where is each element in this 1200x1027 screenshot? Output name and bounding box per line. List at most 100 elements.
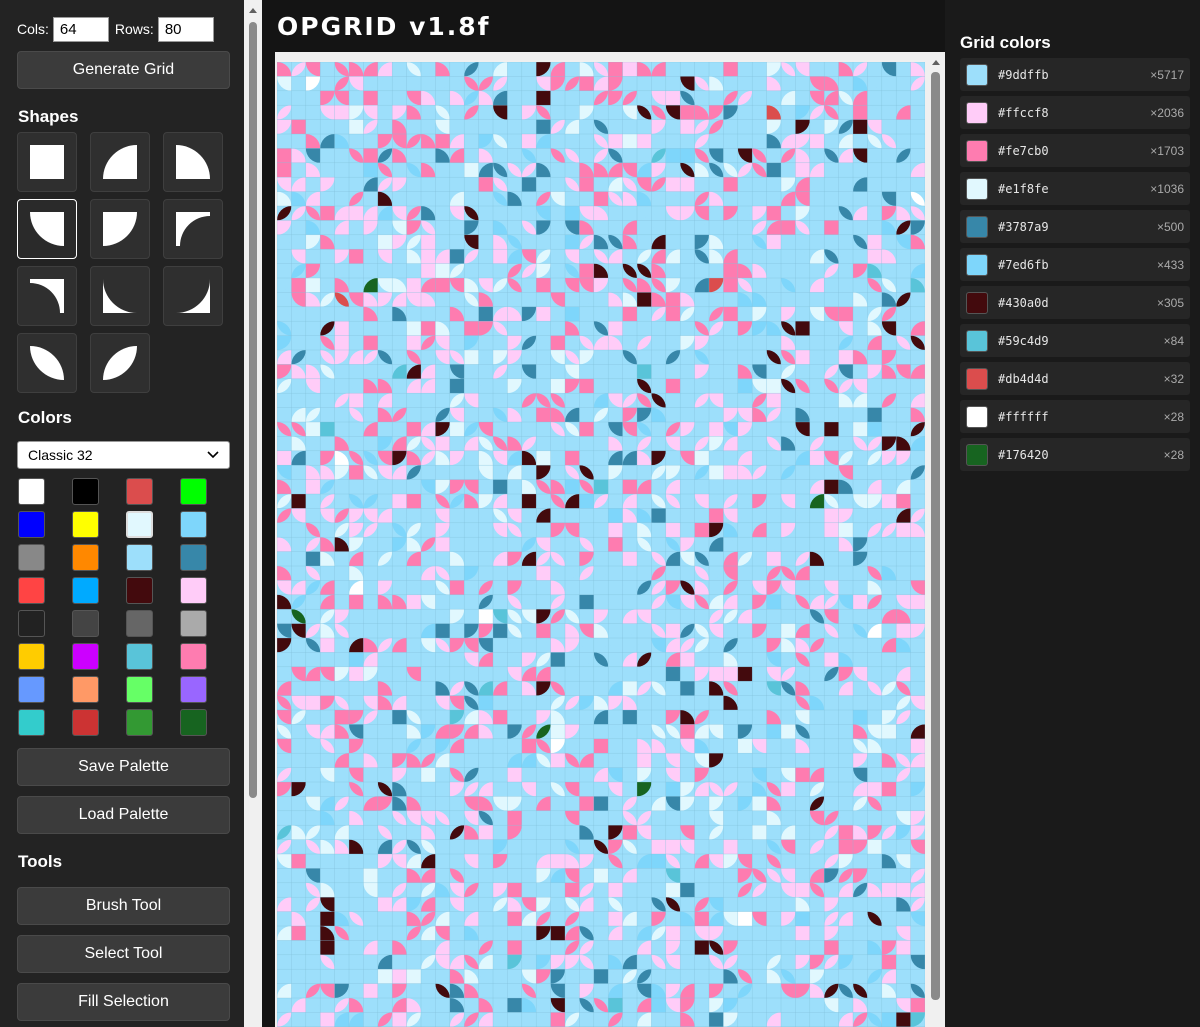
grid-tile[interactable] [709, 62, 724, 77]
grid-tile[interactable] [896, 940, 911, 955]
canvas-scroll-thumb[interactable] [931, 72, 940, 1000]
grid-tile[interactable] [565, 335, 580, 350]
grid-tile[interactable] [651, 753, 666, 768]
grid-tile[interactable] [536, 450, 551, 466]
grid-tile[interactable] [766, 594, 781, 610]
grid-tile[interactable] [305, 479, 321, 494]
grid-tile[interactable] [305, 551, 321, 566]
grid-tile[interactable] [622, 825, 637, 840]
grid-tile[interactable] [809, 897, 825, 912]
grid-tile[interactable] [406, 494, 421, 509]
grid-color-row[interactable]: #176420 ×28 [960, 438, 1190, 471]
grid-tile[interactable] [478, 983, 493, 998]
grid-tile[interactable] [795, 321, 810, 336]
grid-tile[interactable] [550, 378, 565, 394]
grid-tile[interactable] [723, 306, 738, 322]
grid-tile[interactable] [406, 278, 421, 293]
grid-tile[interactable] [896, 494, 911, 509]
color-swatch[interactable] [72, 478, 99, 505]
grid-tile[interactable] [507, 76, 522, 91]
grid-tile[interactable] [910, 105, 925, 120]
grid-tile[interactable] [795, 350, 810, 365]
grid-tile[interactable] [565, 710, 580, 725]
grid-tile[interactable] [320, 1012, 335, 1027]
grid-tile[interactable] [478, 609, 493, 624]
grid-tile[interactable] [392, 710, 407, 725]
grid-tile[interactable] [853, 407, 868, 422]
grid-tile[interactable] [694, 940, 709, 955]
color-swatch[interactable] [18, 643, 45, 670]
grid-tile[interactable] [493, 292, 508, 307]
grid-tile[interactable] [838, 522, 853, 538]
grid-tile[interactable] [781, 76, 796, 91]
grid-tile[interactable] [651, 839, 666, 854]
grid-tile[interactable] [637, 753, 652, 768]
grid-tile[interactable] [392, 623, 407, 638]
grid-tile[interactable] [536, 566, 551, 581]
grid-tile[interactable] [521, 119, 537, 134]
grid-tile[interactable] [853, 926, 868, 941]
color-swatch[interactable] [72, 709, 99, 736]
grid-tile[interactable] [305, 278, 321, 293]
grid-tile[interactable] [363, 335, 378, 350]
grid-tile[interactable] [881, 954, 897, 970]
grid-tile[interactable] [507, 882, 522, 898]
color-swatch[interactable] [18, 544, 45, 571]
grid-tile[interactable] [752, 695, 767, 710]
grid-tile[interactable] [565, 796, 580, 811]
grid-tile[interactable] [766, 897, 781, 912]
sidebar-scroll-thumb[interactable] [249, 22, 257, 798]
grid-tile[interactable] [478, 695, 493, 710]
grid-tile[interactable] [752, 926, 767, 941]
grid-tile[interactable] [853, 321, 868, 336]
grid-tile[interactable] [824, 465, 839, 480]
grid-tile[interactable] [853, 681, 868, 696]
grid-tile[interactable] [464, 897, 479, 912]
color-swatch[interactable] [180, 478, 207, 505]
grid-tile[interactable] [766, 378, 781, 394]
grid-tile[interactable] [723, 465, 738, 480]
grid-tile[interactable] [464, 378, 479, 394]
color-swatch[interactable] [18, 610, 45, 637]
grid-tile[interactable] [406, 954, 421, 970]
grid-tile[interactable] [824, 537, 839, 552]
grid-tile[interactable] [694, 62, 709, 77]
grid-tile[interactable] [896, 522, 911, 538]
color-swatch[interactable] [180, 544, 207, 571]
grid-tile[interactable] [824, 710, 839, 725]
grid-tile[interactable] [478, 306, 493, 322]
grid-tile[interactable] [334, 105, 349, 120]
color-swatch[interactable] [180, 610, 207, 637]
shape-quarter-top-left[interactable] [90, 132, 150, 192]
grid-tile[interactable] [305, 695, 321, 710]
grid-tile[interactable] [752, 90, 767, 106]
grid-tile[interactable] [493, 710, 508, 725]
grid-tile[interactable] [665, 177, 681, 192]
grid-tile[interactable] [507, 810, 522, 826]
grid-tile[interactable] [838, 825, 853, 840]
grid-tile[interactable] [766, 393, 781, 408]
grid-tile[interactable] [795, 767, 810, 782]
shape-quarter-bottom-left[interactable] [17, 199, 77, 259]
grid-tile[interactable] [665, 162, 681, 178]
grid-tile[interactable] [795, 162, 810, 178]
grid-tile[interactable] [781, 234, 796, 250]
grid-tile[interactable] [709, 1012, 724, 1027]
grid-tile[interactable] [781, 724, 796, 739]
grid-tile[interactable] [349, 249, 364, 264]
grid-tile[interactable] [752, 76, 767, 91]
grid-tile[interactable] [795, 76, 810, 91]
grid-tile[interactable] [579, 710, 594, 725]
shape-concave-bottom-left[interactable] [90, 266, 150, 326]
grid-tile[interactable] [680, 681, 695, 696]
grid-tile[interactable] [608, 134, 623, 149]
grid-tile[interactable] [709, 508, 724, 523]
grid-tile[interactable] [752, 825, 767, 840]
grid-tile[interactable] [680, 148, 695, 163]
grid-tile[interactable] [291, 551, 306, 566]
grid-color-row[interactable]: #7ed6fb ×433 [960, 248, 1190, 281]
grid-tile[interactable] [565, 206, 580, 221]
grid-tile[interactable] [651, 940, 666, 955]
grid-tile[interactable] [665, 378, 681, 394]
color-swatch[interactable] [126, 709, 153, 736]
